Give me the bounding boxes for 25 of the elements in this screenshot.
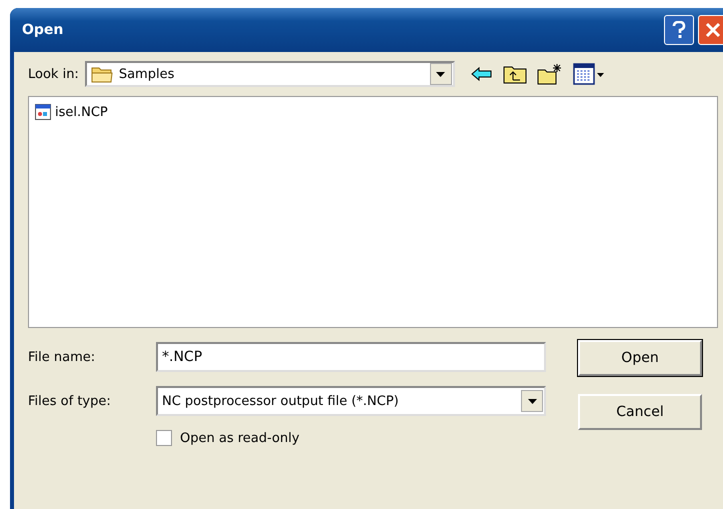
folder-icon <box>90 65 113 83</box>
new-folder-icon[interactable] <box>536 63 563 85</box>
close-icon <box>705 22 721 38</box>
file-name-label: File name: <box>28 350 96 364</box>
file-name: isel.NCP <box>55 104 108 120</box>
help-button[interactable] <box>664 15 694 45</box>
files-of-type-label: Files of type: <box>28 394 112 408</box>
window-title: Open <box>22 22 64 38</box>
files-of-type-dropdown[interactable]: NC postprocessor output file (*.NCP) <box>156 386 546 416</box>
look-in-dropdown[interactable]: Samples <box>84 61 455 87</box>
look-in-value: Samples <box>118 66 176 82</box>
up-folder-icon[interactable] <box>502 64 527 84</box>
read-only-label: Open as read-only <box>180 430 300 446</box>
help-icon <box>671 21 687 39</box>
file-icon <box>35 104 51 120</box>
files-of-type-value: NC postprocessor output file (*.NCP) <box>162 394 400 408</box>
back-arrow-icon[interactable] <box>470 66 493 82</box>
view-menu-icon[interactable] <box>572 63 605 85</box>
read-only-checkbox[interactable] <box>156 430 172 446</box>
look-in-label: Look in: <box>28 66 79 82</box>
file-name-field[interactable]: *.NCP <box>156 342 546 372</box>
file-item[interactable]: isel.NCP <box>33 103 110 121</box>
close-button[interactable] <box>698 15 723 45</box>
dialog-button[interactable]: Open <box>578 340 702 376</box>
dialog-button[interactable]: Cancel <box>578 394 702 430</box>
